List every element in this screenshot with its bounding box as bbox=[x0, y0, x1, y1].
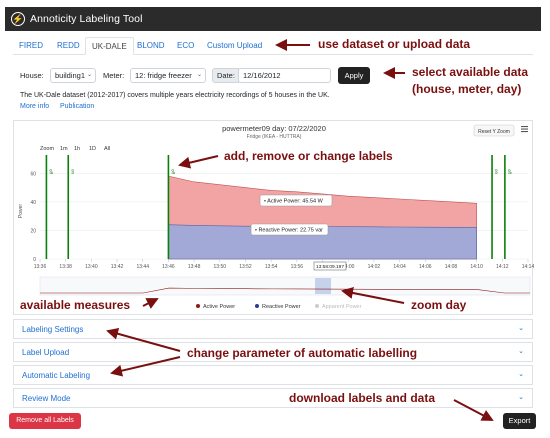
label-marker-tag: on bbox=[494, 169, 499, 175]
tab-custom-upload[interactable]: Custom Upload bbox=[201, 37, 268, 55]
annotation-zoom: zoom day bbox=[411, 298, 467, 312]
x-tick-label: 13:42 bbox=[111, 264, 124, 270]
x-tick-label: 13:44 bbox=[136, 264, 149, 270]
zoom-option-1h[interactable]: 1h bbox=[74, 146, 80, 152]
remove-all-labels-button[interactable]: Remove all Labels bbox=[9, 413, 81, 429]
y-axis-label: Power bbox=[18, 204, 24, 219]
x-tick-label: 14:08 bbox=[445, 264, 458, 270]
x-tick-label: 14:12 bbox=[496, 264, 509, 270]
app-title[interactable]: Annoticity Labeling Tool bbox=[30, 13, 143, 25]
annotation-measures: available measures bbox=[20, 298, 131, 312]
y-tick-label: 20 bbox=[30, 228, 36, 234]
x-tick-label: 13:54 bbox=[265, 264, 278, 270]
chevron-down-icon: ⌄ bbox=[518, 325, 524, 332]
accordion-automatic-labeling[interactable]: Automatic Labeling ⌄ bbox=[13, 365, 533, 385]
date-input[interactable]: 12/16/2012 bbox=[238, 68, 331, 83]
x-tick-label: 13:52 bbox=[239, 264, 252, 270]
lightning-icon: ⚡ bbox=[11, 12, 25, 26]
date-input-value: 12/16/2012 bbox=[243, 71, 281, 80]
zoom-option-all[interactable]: All bbox=[104, 146, 110, 152]
tab-uk-dale[interactable]: UK-DALE bbox=[85, 37, 134, 55]
chart-series bbox=[168, 175, 477, 260]
tab-redd[interactable]: REDD bbox=[51, 37, 86, 55]
legend-reactive-power[interactable]: Reactive Power bbox=[262, 304, 301, 310]
x-tick-label: 13:36 bbox=[34, 264, 47, 270]
label-marker-tag: off bbox=[48, 169, 53, 175]
apply-button[interactable]: Apply bbox=[338, 67, 370, 84]
zoom-option-1d[interactable]: 1D bbox=[89, 146, 96, 152]
chevron-down-icon: ⌄ bbox=[518, 371, 524, 378]
reactive-power-tooltip-text: • Reactive Power: 22.75 var bbox=[255, 228, 323, 234]
reset-zoom-label: Reset Y Zoom bbox=[478, 129, 510, 135]
x-tick-label: 13:56 bbox=[291, 264, 304, 270]
zoom-label: Zoom bbox=[40, 146, 54, 152]
x-tick-labels: 13:36 13:38 13:40 13:42 13:44 13:46 13:48 13:50… bbox=[34, 259, 534, 270]
y-tick-labels: 0 20 40 60 bbox=[30, 171, 36, 263]
active-power-tooltip-text: • Active Power: 45.54 W bbox=[264, 199, 324, 205]
x-tick-label: 13:48 bbox=[188, 264, 201, 270]
y-tick-label: 0 bbox=[33, 257, 36, 263]
chevron-down-icon: ⌄ bbox=[518, 394, 524, 401]
x-tick-label: 13:38 bbox=[59, 264, 72, 270]
annotation-select-line2: (house, meter, day) bbox=[412, 82, 522, 96]
x-tick-label: 14:14 bbox=[522, 264, 534, 270]
chevron-down-icon: ⌄ bbox=[86, 72, 92, 78]
house-select[interactable]: building1 ⌄ bbox=[50, 68, 96, 83]
x-tick-label: 13:40 bbox=[85, 264, 98, 270]
house-label: House: bbox=[20, 71, 44, 80]
annotation-download: download labels and data bbox=[289, 391, 436, 405]
annotation-dataset: use dataset or upload data bbox=[318, 37, 471, 51]
y-tick-label: 60 bbox=[30, 171, 36, 177]
annotation-labels: add, remove or change labels bbox=[224, 149, 393, 163]
x-tick-label: 13:50 bbox=[214, 264, 227, 270]
accordion-label: Automatic Labeling bbox=[22, 371, 91, 380]
label-marker-tag: off bbox=[170, 169, 175, 175]
chart-subtitle: Fridge (IKEA - HUTTRA) bbox=[247, 134, 302, 140]
annotation-select-line1: select available data bbox=[412, 65, 529, 79]
legend-reactive-dot bbox=[255, 304, 259, 308]
navbar: ⚡ Annoticity Labeling Tool bbox=[5, 7, 541, 31]
zoom-navigator-handle[interactable] bbox=[315, 278, 331, 294]
legend-apparent-dot bbox=[315, 304, 319, 308]
dataset-description: The UK-Dale dataset (2012-2017) covers m… bbox=[20, 92, 330, 99]
tab-blond[interactable]: BLOND bbox=[131, 37, 171, 55]
export-button[interactable]: Export bbox=[503, 413, 536, 429]
label-marker-tag: off bbox=[507, 169, 512, 175]
meter-select[interactable]: 12: fridge freezer ⌄ bbox=[130, 68, 206, 83]
hamburger-icon[interactable] bbox=[521, 126, 528, 133]
accordion-review-mode[interactable]: Review Mode ⌄ bbox=[13, 388, 533, 408]
legend-active-dot bbox=[196, 304, 200, 308]
crosshair-time-label: 13:58:09.197 bbox=[316, 264, 344, 270]
more-info-link[interactable]: More info bbox=[20, 103, 49, 110]
x-tick-label: 14:06 bbox=[419, 264, 432, 270]
meter-select-value: 12: fridge freezer bbox=[135, 71, 192, 80]
chevron-down-icon: ⌄ bbox=[196, 72, 202, 78]
legend-active-power[interactable]: Active Power bbox=[203, 304, 235, 310]
tab-fired[interactable]: FIRED bbox=[13, 37, 49, 55]
legend-apparent-power[interactable]: Apparent Power bbox=[322, 304, 362, 310]
x-tick-label: 14:02 bbox=[368, 264, 381, 270]
chart-title: powermeter09 day: 07/22/2020 bbox=[222, 124, 326, 133]
accordion-label: Review Mode bbox=[22, 394, 71, 403]
x-tick-label: 14:10 bbox=[470, 264, 483, 270]
chevron-down-icon: ⌄ bbox=[518, 348, 524, 355]
accordion-label: Labeling Settings bbox=[22, 325, 84, 334]
accordion-labeling-settings[interactable]: Labeling Settings ⌄ bbox=[13, 319, 533, 339]
x-tick-label: 14:04 bbox=[393, 264, 406, 270]
annotation-auto: change parameter of automatic labelling bbox=[187, 346, 418, 360]
publication-link[interactable]: Publication bbox=[60, 103, 94, 110]
date-label: Date: bbox=[212, 68, 239, 83]
y-tick-label: 40 bbox=[30, 200, 36, 206]
tab-eco[interactable]: ECO bbox=[171, 37, 200, 55]
house-select-value: building1 bbox=[55, 71, 86, 80]
zoom-navigator[interactable] bbox=[39, 276, 531, 296]
meter-label: Meter: bbox=[103, 71, 125, 80]
label-marker-tag: on bbox=[70, 169, 75, 175]
accordion-label: Label Upload bbox=[22, 348, 70, 357]
x-tick-label: 13:46 bbox=[162, 264, 175, 270]
zoom-option-1m[interactable]: 1m bbox=[60, 146, 68, 152]
